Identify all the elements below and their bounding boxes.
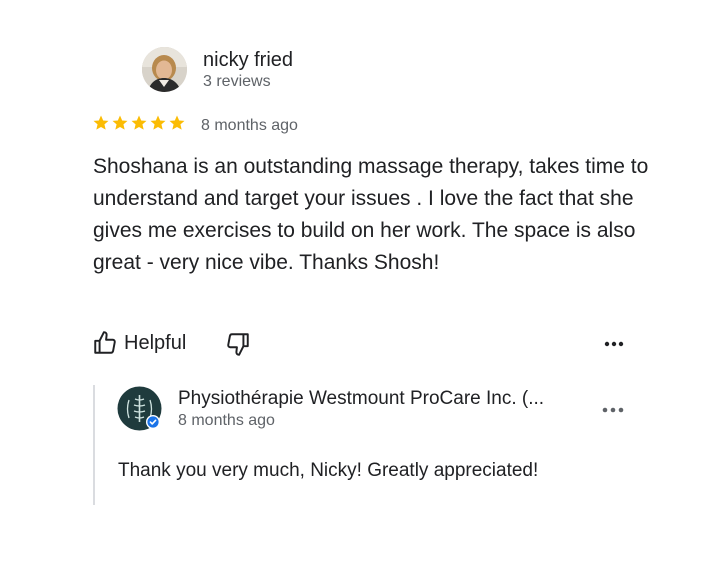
not-helpful-button[interactable] (225, 331, 251, 357)
thumb-up-icon (94, 331, 116, 354)
star-icon (150, 115, 166, 130)
more-horizontal-icon (604, 341, 624, 347)
star-icon (131, 115, 147, 130)
star-rating (92, 114, 186, 132)
owner-reply-date: 8 months ago (178, 412, 275, 429)
owner-more-options-button[interactable] (600, 403, 626, 415)
spine-logo-icon (117, 386, 162, 431)
star-icon (112, 115, 128, 130)
review-text: Shoshana is an outstanding massage thera… (93, 155, 649, 274)
star-icon (169, 115, 185, 130)
owner-name[interactable]: Physiothérapie Westmount ProCare Inc. (.… (178, 388, 544, 410)
reviewer-avatar[interactable] (142, 47, 187, 92)
reply-divider (93, 385, 95, 505)
more-horizontal-icon (602, 407, 624, 413)
star-icon (93, 115, 109, 130)
review-date: 8 months ago (201, 117, 298, 134)
helpful-button[interactable]: Helpful (92, 330, 186, 356)
review-more-options-button[interactable] (603, 337, 625, 349)
owner-avatar[interactable] (117, 386, 162, 431)
reviewer-name[interactable]: nicky fried (203, 49, 293, 72)
reviewer-photo (142, 47, 187, 92)
thumb-down-icon (227, 333, 249, 356)
reviewer-review-count: 3 reviews (203, 73, 271, 90)
owner-reply-text: Thank you very much, Nicky! Greatly appr… (118, 460, 539, 481)
helpful-label: Helpful (124, 331, 187, 354)
